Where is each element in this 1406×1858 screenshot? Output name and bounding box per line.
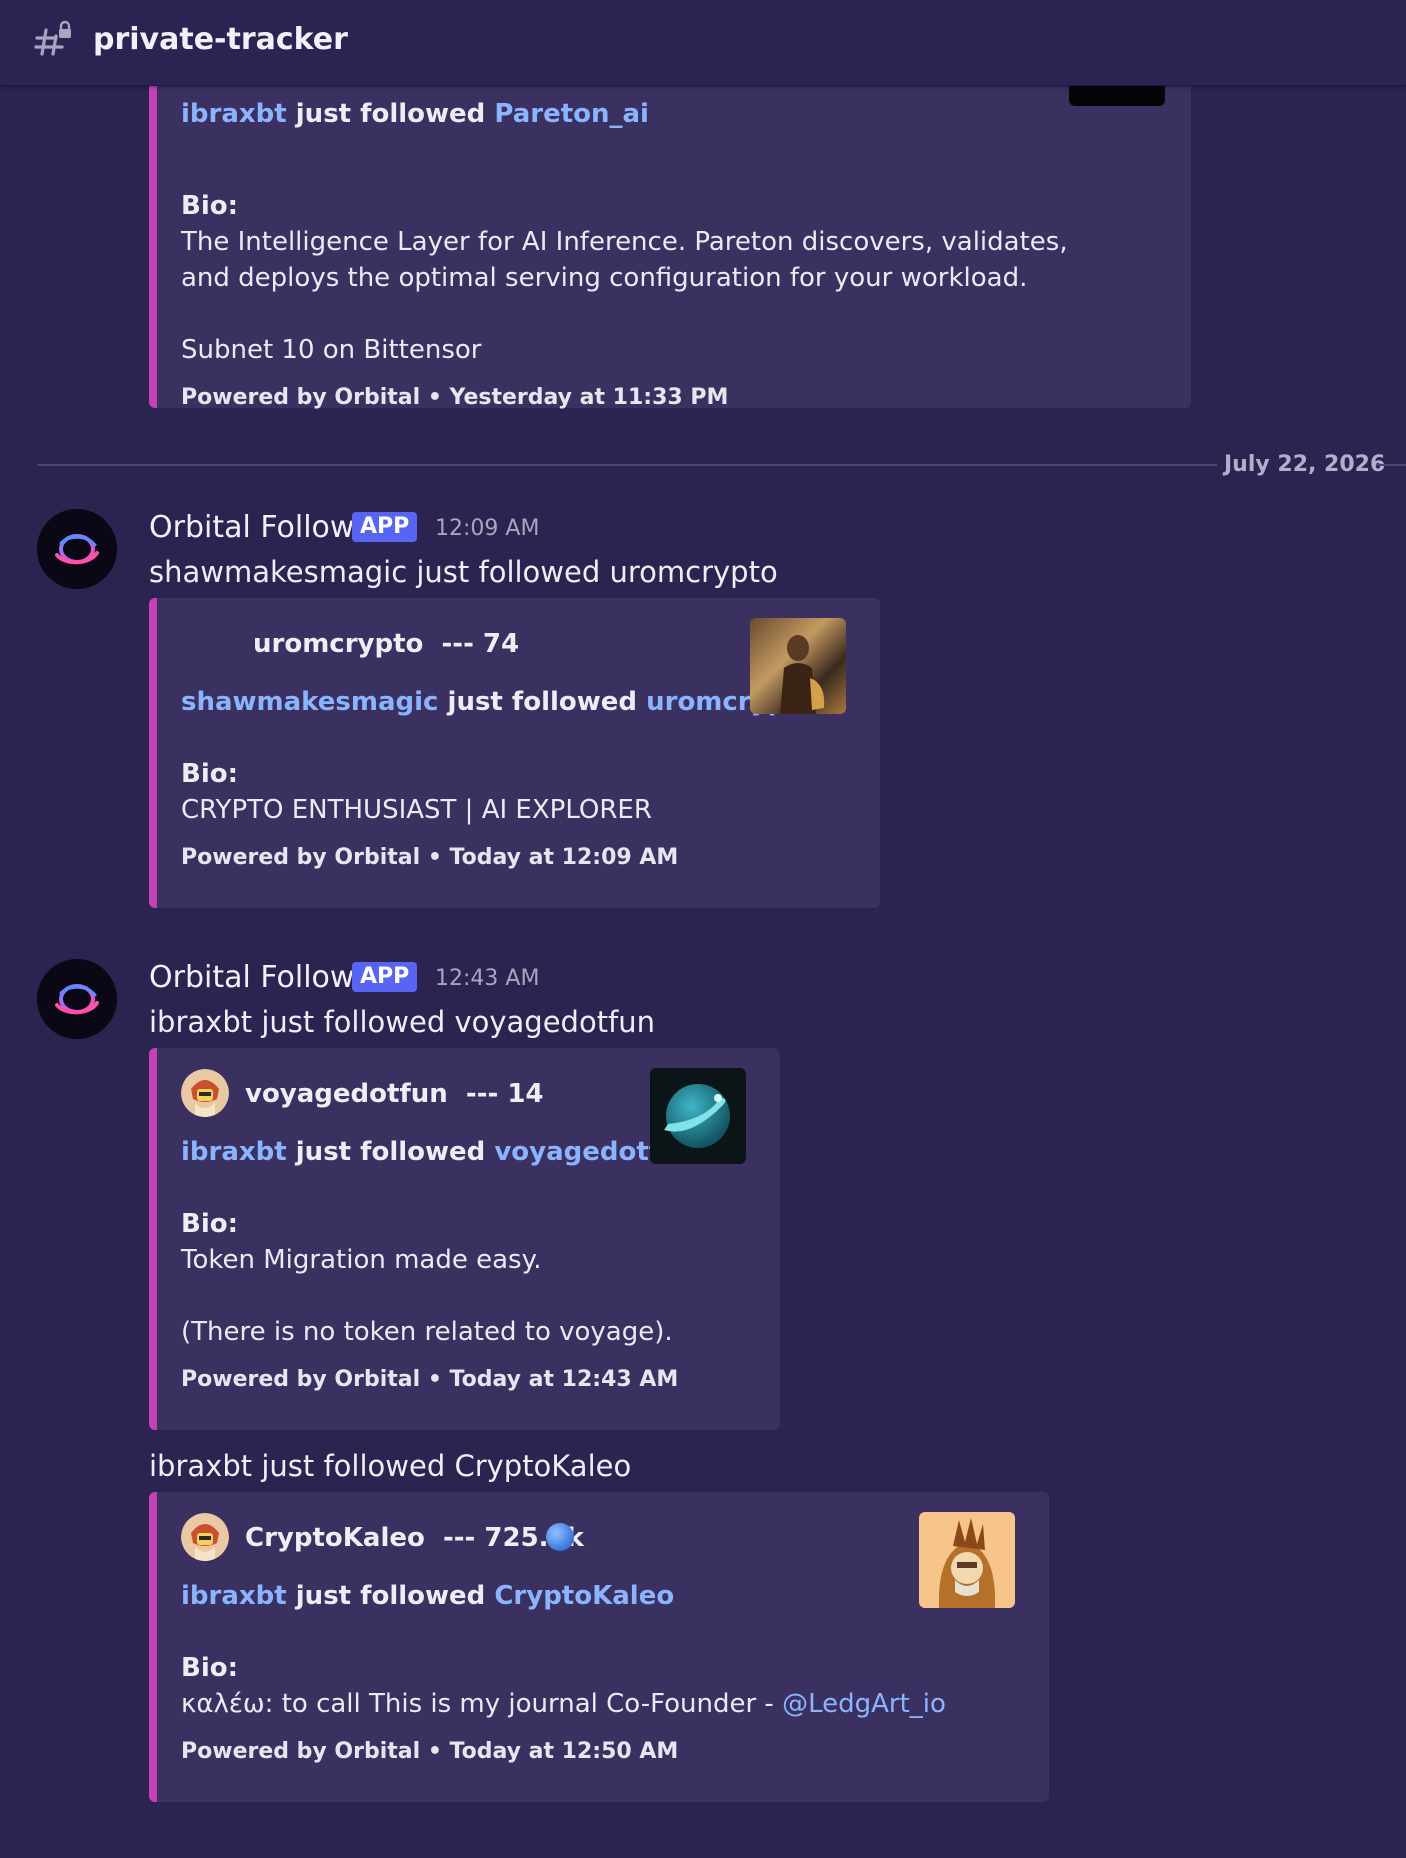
message-author[interactable]: Orbital Follow xyxy=(149,958,354,998)
bio-label: Bio: xyxy=(181,191,238,221)
channel-name[interactable]: private-tracker xyxy=(93,20,348,60)
app-badge: APP xyxy=(352,962,418,992)
bio-text: καλέω: to call This is my journal Co-Fou… xyxy=(181,1689,946,1719)
channel-hash-lock-icon xyxy=(34,20,71,56)
embed-footer: Powered by Orbital • Yesterday at 11:33 … xyxy=(181,385,729,410)
bio-label: Bio: xyxy=(181,1209,238,1239)
bio-text: CRYPTO ENTHUSIAST | AI EXPLORER xyxy=(181,795,652,825)
follow-embed: CryptoKaleo --- 725.9k ibraxbt just foll… xyxy=(149,1492,1049,1802)
profile-thumbnail[interactable] xyxy=(750,618,846,714)
followed-link[interactable]: Pareton_ai xyxy=(494,99,649,129)
bio-text: and deploys the optimal serving configur… xyxy=(181,263,1028,293)
bio-text: (There is no token related to voyage). xyxy=(181,1317,673,1347)
embed-footer: Powered by Orbital • Today at 12:50 AM xyxy=(181,1739,679,1764)
embed-author: voyagedotfun --- 14 xyxy=(245,1079,544,1109)
bio-text: The Intelligence Layer for AI Inference.… xyxy=(181,227,1068,257)
date-divider-label: July 22, 2026 xyxy=(1224,452,1386,477)
embed-follow-line: ibraxbt just followed voyagedotfun xyxy=(181,1137,698,1167)
follower-link[interactable]: ibraxbt xyxy=(181,1581,287,1611)
app-badge: APP xyxy=(352,512,418,542)
message-text: ibraxbt just followed voyagedotfun xyxy=(149,1005,656,1039)
follower-link[interactable]: ibraxbt xyxy=(181,99,287,129)
embed-author: CryptoKaleo --- 725.9k xyxy=(245,1523,584,1553)
date-divider xyxy=(1376,464,1406,466)
lion-profile-icon xyxy=(938,1518,996,1608)
follower-link[interactable]: shawmakesmagic xyxy=(181,687,438,717)
follower-avatar[interactable] xyxy=(181,1513,229,1561)
orbital-logo-icon xyxy=(37,509,117,589)
mention-link[interactable]: @LedgArt_io xyxy=(782,1689,946,1719)
channel-header: private-tracker xyxy=(0,0,1406,86)
message-author[interactable]: Orbital Follow xyxy=(149,508,354,548)
message-text: shawmakesmagic just followed uromcrypto xyxy=(149,555,778,589)
embed-footer: Powered by Orbital • Today at 12:09 AM xyxy=(181,845,679,870)
bio-label: Bio: xyxy=(181,759,238,789)
date-divider xyxy=(37,464,1217,466)
follower-link[interactable]: ibraxbt xyxy=(181,1137,287,1167)
avatar[interactable] xyxy=(37,959,117,1039)
planet-logo-icon xyxy=(664,1084,730,1148)
embed-follow-line: shawmakesmagic just followed uromcrypto xyxy=(181,687,817,717)
embed-follow-line: ibraxbt just followed CryptoKaleo xyxy=(181,1581,675,1611)
lion-avatar-icon xyxy=(181,1513,229,1561)
follow-embed: ibraxbt just followed Pareton_ai Bio: Th… xyxy=(149,40,1191,410)
embed-footer: Powered by Orbital • Today at 12:43 AM xyxy=(181,1367,679,1392)
follow-embed: voyagedotfun --- 14 ibraxbt just followe… xyxy=(149,1048,780,1430)
bio-label: Bio: xyxy=(181,1653,238,1683)
profile-thumbnail[interactable] xyxy=(919,1512,1015,1608)
profile-photo-icon xyxy=(780,635,825,714)
embed-author: uromcrypto --- 74 xyxy=(253,629,520,659)
bio-text: Token Migration made easy. xyxy=(181,1245,542,1275)
message-timestamp: 12:43 AM xyxy=(435,966,540,991)
follower-avatar[interactable] xyxy=(181,1069,229,1117)
chat-view: private-tracker ibraxbt just followed Pa… xyxy=(0,0,1406,1858)
bio-text: Subnet 10 on Bittensor xyxy=(181,335,482,365)
avatar[interactable] xyxy=(37,509,117,589)
orbital-logo-icon xyxy=(37,959,117,1039)
verified-badge-icon xyxy=(546,1523,574,1551)
followed-link[interactable]: CryptoKaleo xyxy=(494,1581,674,1611)
lion-avatar-icon xyxy=(181,1069,229,1117)
follow-embed: uromcrypto --- 74 shawmakesmagic just fo… xyxy=(149,598,880,908)
message-text: ibraxbt just followed CryptoKaleo xyxy=(149,1449,632,1483)
profile-thumbnail[interactable] xyxy=(650,1068,746,1164)
embed-follow-line: ibraxbt just followed Pareton_ai xyxy=(181,99,649,129)
message-timestamp: 12:09 AM xyxy=(435,516,540,541)
